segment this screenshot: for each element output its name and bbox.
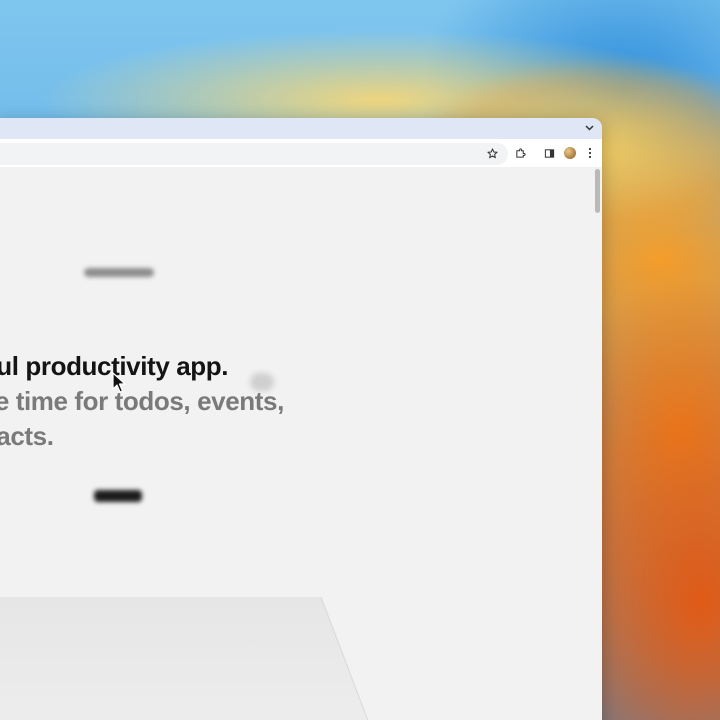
kebab-menu-icon[interactable] — [582, 145, 598, 161]
headline-line-3: tacts. — [0, 421, 54, 451]
address-bar[interactable] — [0, 143, 508, 165]
hero-headline: ful productivity app. le time for todos,… — [0, 349, 284, 454]
headline-line-1: ful productivity app. — [0, 351, 229, 381]
tab-strip — [0, 118, 602, 139]
mouse-cursor-icon — [112, 372, 126, 394]
browser-window: ful productivity app. le time for todos,… — [0, 118, 602, 720]
blurred-label — [84, 268, 154, 277]
star-icon[interactable] — [484, 145, 500, 161]
extension-puzzle-icon[interactable] — [512, 145, 528, 161]
app-preview-surface — [0, 597, 602, 720]
headline-line-2: le time for todos, events, — [0, 386, 284, 416]
scrollbar-thumb[interactable] — [595, 169, 600, 213]
profile-avatar[interactable] — [562, 145, 578, 161]
page-viewport: ful productivity app. le time for todos,… — [0, 167, 602, 720]
blurred-cta-button[interactable] — [94, 490, 142, 502]
side-panel-icon[interactable] — [541, 145, 557, 161]
desktop-wallpaper: ful productivity app. le time for todos,… — [0, 0, 720, 720]
browser-toolbar — [0, 139, 602, 168]
chevron-down-icon[interactable] — [582, 121, 596, 135]
